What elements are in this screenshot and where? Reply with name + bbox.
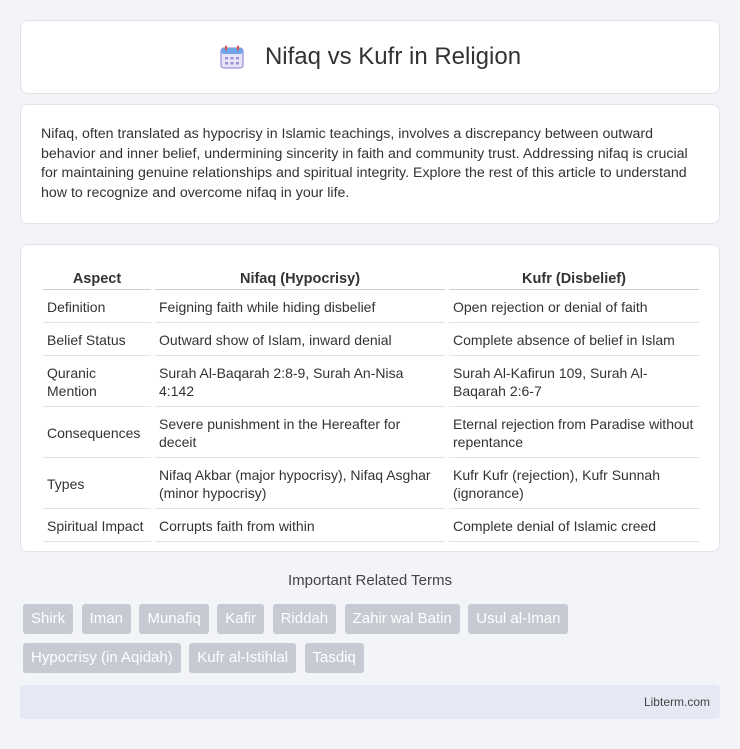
header-aspect: Aspect [43, 267, 151, 290]
table-row: Belief Status Outward show of Islam, inw… [43, 325, 699, 356]
intro-text: Nifaq, often translated as hypocrisy in … [41, 126, 688, 201]
cell-nifaq: Corrupts faith from within [155, 511, 445, 542]
cell-aspect: Definition [43, 292, 151, 323]
table-row: Types Nifaq Akbar (major hypocrisy), Nif… [43, 460, 699, 509]
cell-nifaq: Outward show of Islam, inward denial [155, 325, 445, 356]
tag-iman[interactable]: Iman [81, 604, 131, 634]
title-card: Nifaq vs Kufr in Religion [20, 20, 720, 94]
cell-kufr: Complete denial of Islamic creed [449, 511, 699, 542]
table-row: Quranic Mention Surah Al-Baqarah 2:8-9, … [43, 358, 699, 407]
tag-tasdiq[interactable]: Tasdiq [304, 643, 364, 673]
cell-nifaq: Severe punishment in the Hereafter for d… [155, 409, 445, 458]
tag-kufr-al-istihlal[interactable]: Kufr al-Istihlal [189, 643, 297, 673]
cell-aspect: Belief Status [43, 325, 151, 356]
tag-usul-al-iman[interactable]: Usul al-Iman [468, 604, 569, 634]
intro-card: Nifaq, often translated as hypocrisy in … [20, 104, 720, 224]
table-row: Spiritual Impact Corrupts faith from wit… [43, 511, 699, 542]
comparison-card: Aspect Nifaq (Hypocrisy) Kufr (Disbelief… [20, 244, 720, 552]
tag-zahir-wal-batin[interactable]: Zahir wal Batin [344, 604, 460, 634]
cell-kufr: Surah Al-Kafirun 109, Surah Al-Baqarah 2… [449, 358, 699, 407]
related-terms-title: Important Related Terms [288, 572, 452, 589]
cell-nifaq: Nifaq Akbar (major hypocrisy), Nifaq Asg… [155, 460, 445, 509]
table-row: Definition Feigning faith while hiding d… [43, 292, 699, 323]
cell-kufr: Kufr Kufr (rejection), Kufr Sunnah (igno… [449, 460, 699, 509]
cell-nifaq: Feigning faith while hiding disbelief [155, 292, 445, 323]
tag-shirk[interactable]: Shirk [23, 604, 74, 634]
footer: Libterm.com [20, 685, 720, 719]
tag-munafiq[interactable]: Munafiq [139, 604, 209, 634]
cell-aspect: Spiritual Impact [43, 511, 151, 542]
cell-aspect: Types [43, 460, 151, 509]
tag-riddah[interactable]: Riddah [272, 604, 337, 634]
page-title: Nifaq vs Kufr in Religion [264, 43, 522, 70]
cell-aspect: Quranic Mention [43, 358, 151, 407]
cell-kufr: Open rejection or denial of faith [449, 292, 699, 323]
tag-kafir[interactable]: Kafir [217, 604, 265, 634]
footer-brand-link[interactable]: Libterm.com [644, 695, 710, 709]
header-nifaq: Nifaq (Hypocrisy) [155, 267, 445, 290]
cell-nifaq: Surah Al-Baqarah 2:8-9, Surah An-Nisa 4:… [155, 358, 445, 407]
cell-aspect: Consequences [43, 409, 151, 458]
cell-kufr: Complete absence of belief in Islam [449, 325, 699, 356]
table-header-row: Aspect Nifaq (Hypocrisy) Kufr (Disbelief… [43, 267, 699, 290]
table-row: Consequences Severe punishment in the He… [43, 409, 699, 458]
tag-hypocrisy-in-aqidah[interactable]: Hypocrisy (in Aqidah) [23, 643, 181, 673]
cell-kufr: Eternal rejection from Paradise without … [449, 409, 699, 458]
header-kufr: Kufr (Disbelief) [449, 267, 699, 290]
calendar-icon [220, 45, 244, 69]
related-terms-list: Shirk Iman Munafiq Kafir Riddah Zahir wa… [23, 604, 723, 682]
comparison-table: Aspect Nifaq (Hypocrisy) Kufr (Disbelief… [39, 265, 703, 544]
